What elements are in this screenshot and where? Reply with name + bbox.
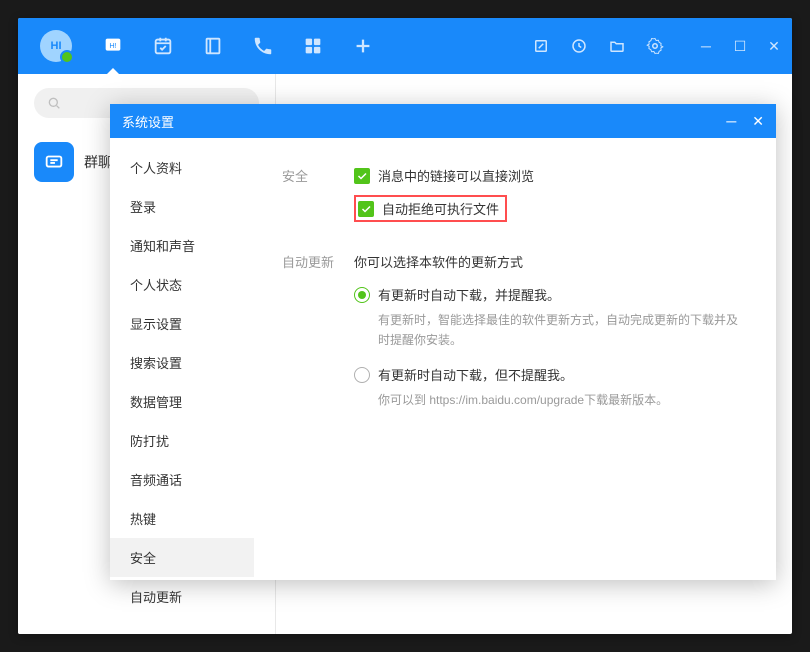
nav-item-update[interactable]: 自动更新 [110, 577, 254, 616]
check-label: 消息中的链接可以直接浏览 [378, 166, 534, 185]
modal-body: 个人资料 登录 通知和声音 个人状态 显示设置 搜索设置 数据管理 防打扰 音频… [110, 138, 776, 580]
minimize-button[interactable]: ─ [698, 38, 714, 54]
radio-auto-noremind[interactable]: 有更新时自动下载，但不提醒我。 [354, 365, 748, 384]
modal-title: 系统设置 [122, 112, 174, 131]
radio-desc: 有更新时，智能选择最佳的软件更新方式，自动完成更新的下载并及时提醒你安装。 [378, 310, 748, 351]
maximize-button[interactable]: ☐ [732, 38, 748, 54]
modal-minimize-button[interactable]: ─ [726, 113, 736, 130]
nav-item-audio[interactable]: 音频通话 [110, 460, 254, 499]
conversation-name: 群聊 [84, 152, 112, 172]
section-update: 自动更新 你可以选择本软件的更新方式 有更新时自动下载，并提醒我。 有更新时，智… [282, 252, 748, 424]
nav-item-dnd[interactable]: 防打扰 [110, 421, 254, 460]
nav-item-hotkey[interactable]: 热键 [110, 499, 254, 538]
checkbox-icon [354, 168, 370, 184]
nav-item-notification[interactable]: 通知和声音 [110, 226, 254, 265]
nav-item-search[interactable]: 搜索设置 [110, 343, 254, 382]
check-label: 自动拒绝可执行文件 [382, 199, 499, 218]
settings-icon[interactable] [646, 37, 664, 55]
modal-content: 安全 消息中的链接可以直接浏览 自动拒绝可执行文件 自动更新 [254, 138, 776, 580]
calendar-icon[interactable] [152, 35, 174, 57]
check-link-browse[interactable]: 消息中的链接可以直接浏览 [354, 166, 748, 185]
radio-icon [354, 367, 370, 383]
modal-nav: 个人资料 登录 通知和声音 个人状态 显示设置 搜索设置 数据管理 防打扰 音频… [110, 138, 254, 580]
titlebar-right: ─ ☐ ✕ [532, 37, 782, 55]
modal-header: 系统设置 ─ ✕ [110, 104, 776, 138]
search-icon [46, 95, 62, 111]
chat-icon[interactable]: H! [102, 35, 124, 57]
nav-item-status[interactable]: 个人状态 [110, 265, 254, 304]
radio-label: 有更新时自动下载，并提醒我。 [378, 285, 560, 304]
nav-item-security[interactable]: 安全 [110, 538, 254, 577]
radio-label: 有更新时自动下载，但不提醒我。 [378, 365, 573, 384]
radio-auto-remind[interactable]: 有更新时自动下载，并提醒我。 [354, 285, 748, 304]
nav-item-display[interactable]: 显示设置 [110, 304, 254, 343]
screenshot-icon[interactable] [532, 37, 550, 55]
phone-icon[interactable] [252, 35, 274, 57]
window-controls: ─ ☐ ✕ [698, 38, 782, 54]
section-label-security: 安全 [282, 166, 354, 222]
nav-item-profile[interactable]: 个人资料 [110, 148, 254, 187]
modal-close-button[interactable]: ✕ [752, 113, 764, 130]
titlebar: HI H! ─ ☐ ✕ [18, 18, 792, 74]
section-security: 安全 消息中的链接可以直接浏览 自动拒绝可执行文件 [282, 166, 748, 222]
apps-icon[interactable] [302, 35, 324, 57]
radio-desc-2: 你可以到 https://im.baidu.com/upgrade下载最新版本。 [378, 390, 748, 410]
section-label-update: 自动更新 [282, 252, 354, 424]
nav-item-data[interactable]: 数据管理 [110, 382, 254, 421]
radio-icon [354, 287, 370, 303]
modal-controls: ─ ✕ [726, 113, 764, 130]
svg-text:H!: H! [109, 41, 116, 50]
notebook-icon[interactable] [202, 35, 224, 57]
highlight-box: 自动拒绝可执行文件 [354, 195, 507, 222]
checkbox-icon [358, 201, 374, 217]
user-avatar[interactable]: HI [40, 30, 72, 62]
update-desc: 你可以选择本软件的更新方式 [354, 252, 748, 271]
conversation-avatar [34, 142, 74, 182]
nav-item-login[interactable]: 登录 [110, 187, 254, 226]
history-icon[interactable] [570, 37, 588, 55]
folder-icon[interactable] [608, 37, 626, 55]
settings-modal: 系统设置 ─ ✕ 个人资料 登录 通知和声音 个人状态 显示设置 搜索设置 数据… [110, 104, 776, 580]
nav-icons: H! [102, 35, 374, 57]
upgrade-link[interactable]: https://im.baidu.com/upgrade [429, 393, 584, 407]
check-reject-exe[interactable]: 自动拒绝可执行文件 [358, 199, 499, 218]
plus-icon[interactable] [352, 35, 374, 57]
close-button[interactable]: ✕ [766, 38, 782, 54]
